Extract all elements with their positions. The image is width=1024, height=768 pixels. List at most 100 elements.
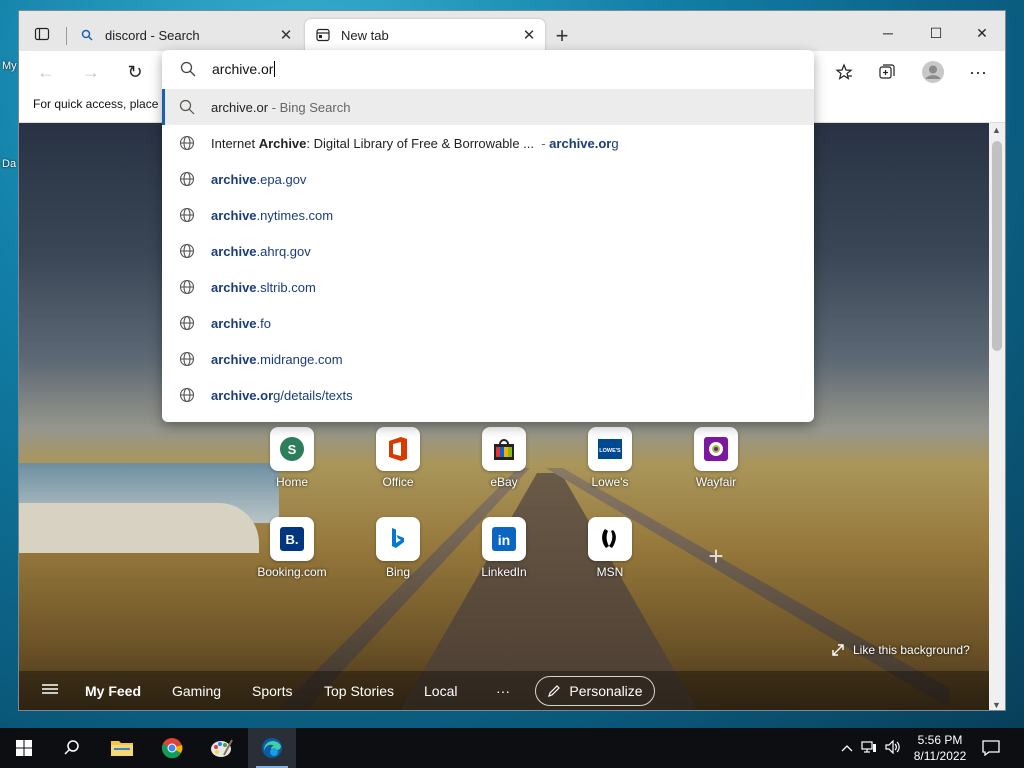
network-icon[interactable] [858, 740, 880, 757]
profile-button[interactable] [918, 57, 948, 87]
address-bar-value[interactable]: archive.or [212, 61, 276, 77]
feed-tab-local[interactable]: Local [424, 683, 457, 699]
feed-more-button[interactable]: ··· [496, 683, 510, 699]
minimize-button[interactable]: ─ [865, 19, 911, 47]
tile-label: Bing [385, 565, 411, 579]
ebay-icon [482, 427, 526, 471]
chevron-up-icon[interactable] [838, 741, 856, 755]
suggestion-text: archive.sltrib.com [211, 280, 316, 295]
address-bar-input[interactable]: archive.or [162, 50, 814, 88]
desktop-icon-label[interactable]: My [2, 60, 17, 72]
suggestion-site-row[interactable]: archive.midrange.com [162, 341, 814, 377]
taskbar-search-button[interactable] [48, 728, 96, 768]
tile-linkedin[interactable]: in LinkedIn [459, 517, 549, 579]
svg-text:LOWE'S: LOWE'S [599, 448, 621, 454]
newtab-icon [315, 27, 331, 43]
tab-separator [66, 27, 67, 45]
suggestion-text-part: archive [211, 279, 257, 295]
taskbar-chrome[interactable] [148, 728, 196, 768]
pencil-icon [548, 685, 561, 697]
globe-icon [178, 278, 196, 296]
page-scrollbar[interactable]: ▲ ▼ [989, 123, 1005, 710]
search-icon [178, 98, 196, 116]
collections-icon [879, 64, 895, 79]
suggestion-site-row[interactable]: archive.nytimes.com [162, 197, 814, 233]
add-site-button[interactable]: + [701, 541, 731, 571]
tile-label: MSN [596, 565, 624, 579]
tile-wayfair[interactable]: Wayfair [671, 427, 761, 489]
taskbar-file-explorer[interactable] [98, 728, 146, 768]
tile-bing[interactable]: Bing [353, 517, 443, 579]
tile-booking[interactable]: B. Booking.com [247, 517, 337, 579]
action-center-button[interactable] [968, 728, 1014, 768]
taskbar-paint[interactable] [198, 728, 246, 768]
personalize-button[interactable]: Personalize [535, 676, 655, 706]
tab-actions-button[interactable] [27, 19, 57, 49]
tab-new-tab[interactable]: New tab ✕ [305, 19, 545, 51]
tile-ebay[interactable]: eBay [459, 427, 549, 489]
favorites-button[interactable] [829, 57, 859, 87]
tile-msn[interactable]: MSN [565, 517, 655, 579]
tile-label: Home [275, 475, 308, 489]
refresh-button[interactable]: ↻ [120, 57, 150, 87]
taskbar-edge[interactable] [248, 728, 296, 768]
scroll-down-icon[interactable]: ▼ [992, 700, 1001, 710]
chrome-icon [162, 738, 183, 759]
suggestion-text-part: g/details/texts [273, 387, 353, 403]
suggestion-site-row[interactable]: Internet Archive: Digital Library of Fre… [162, 125, 814, 161]
personalize-label: Personalize [569, 683, 643, 699]
new-tab-button[interactable]: + [549, 23, 575, 49]
suggestion-text: archive.ahrq.gov [211, 244, 311, 259]
back-button[interactable]: ← [31, 57, 61, 87]
tab-discord-search[interactable]: discord - Search ✕ [69, 19, 302, 51]
collections-button[interactable] [872, 57, 902, 87]
suggestion-site-row[interactable]: archive.fo [162, 305, 814, 341]
close-window-button[interactable]: ✕ [959, 19, 1005, 47]
scroll-up-icon[interactable]: ▲ [992, 125, 1001, 135]
tile-home[interactable]: S Home [247, 427, 337, 489]
feed-tab-sports[interactable]: Sports [252, 683, 292, 699]
suggestion-text-part: archive [211, 315, 257, 331]
suggestion-text-part: .midrange.com [256, 351, 343, 367]
suggestion-site-row[interactable]: archive.ahrq.gov [162, 233, 814, 269]
tile-lowes[interactable]: LOWE'S Lowe's [565, 427, 655, 489]
feed-tab-gaming[interactable]: Gaming [172, 683, 221, 699]
linkedin-icon: in [482, 517, 526, 561]
tile-office[interactable]: Office [353, 427, 443, 489]
address-bar-dropdown: archive.or archive.or - Bing Search Inter… [162, 50, 814, 422]
suggestion-text-part: archive.or [211, 99, 269, 115]
close-tab-icon[interactable]: ✕ [274, 23, 298, 47]
suggestion-search-row[interactable]: archive.or - Bing Search [162, 89, 814, 125]
suggestion-text: archive.midrange.com [211, 352, 343, 367]
suggestion-text-part: archive.or [549, 135, 612, 151]
volume-icon[interactable] [882, 739, 904, 757]
globe-icon [178, 134, 196, 152]
home-s-icon: S [270, 427, 314, 471]
suggestion-site-row[interactable]: archive.sltrib.com [162, 269, 814, 305]
feed-nav-bar: My Feed Gaming Sports Top Stories Local … [19, 671, 991, 710]
globe-icon [178, 170, 196, 188]
folder-icon [111, 741, 133, 756]
suggestion-text: archive.or - Bing Search [211, 100, 350, 115]
feed-tab-my-feed[interactable]: My Feed [85, 683, 141, 699]
close-tab-icon[interactable]: ✕ [517, 23, 541, 47]
desktop-icon-label[interactable]: Da [2, 158, 16, 170]
suggestion-text-part: - [534, 135, 550, 151]
suggestion-site-row[interactable]: archive.epa.gov [162, 161, 814, 197]
taskbar-clock[interactable]: 5:56 PM 8/11/2022 [910, 732, 970, 764]
svg-text:S: S [288, 442, 297, 457]
like-background-link[interactable]: Like this background? [831, 643, 970, 657]
feed-tab-top-stories[interactable]: Top Stories [324, 683, 394, 699]
start-button[interactable] [0, 728, 48, 768]
forward-button[interactable]: → [76, 57, 106, 87]
suggestion-site-row[interactable]: archive.org/details/texts [162, 377, 814, 413]
suggestion-text-part: .ahrq.gov [256, 243, 311, 259]
maximize-button[interactable]: ☐ [913, 19, 959, 47]
tab-label: discord - Search [105, 27, 200, 43]
scroll-thumb[interactable] [992, 141, 1002, 351]
avatar-icon [922, 61, 944, 83]
tile-label: Lowe's [591, 475, 629, 489]
more-menu-button[interactable]: ··· [963, 57, 993, 87]
tab-label: New tab [341, 27, 389, 43]
hamburger-menu-icon[interactable] [41, 681, 59, 700]
